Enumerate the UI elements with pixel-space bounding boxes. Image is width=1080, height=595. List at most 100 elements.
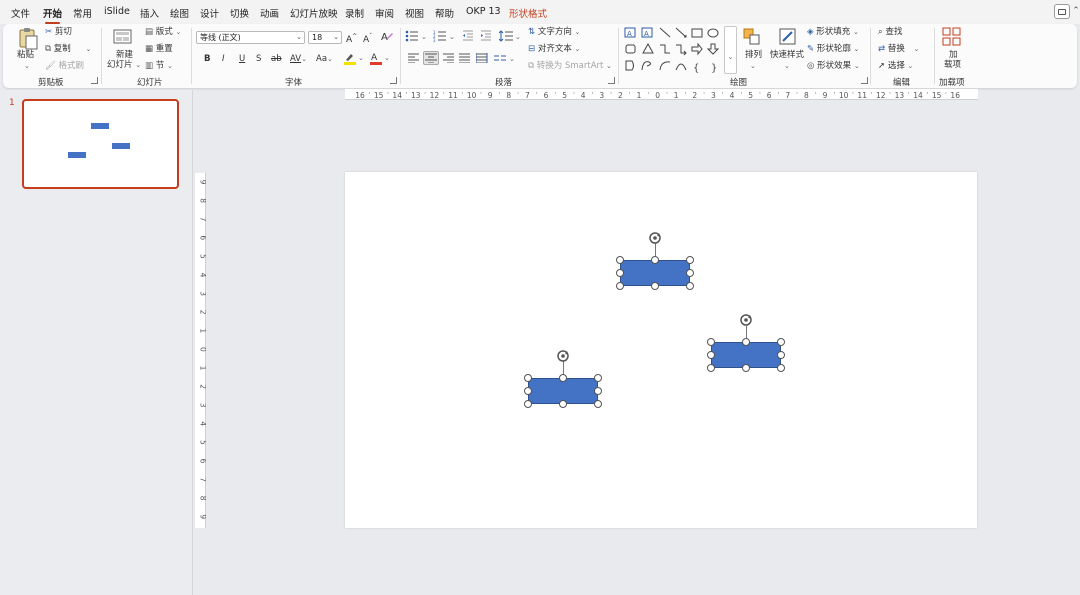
font-launcher-icon[interactable] [390,77,397,84]
change-case-button[interactable]: Aa⌄ [316,53,333,65]
grow-font-button[interactable]: A^ [346,31,357,46]
resize-handle[interactable] [777,364,785,372]
quick-styles-icon[interactable] [778,27,798,47]
resize-handle[interactable] [777,338,785,346]
tab-insert[interactable]: 插入 [140,6,159,20]
tab-design[interactable]: 设计 [200,6,219,20]
drawing-launcher-icon[interactable] [861,77,868,84]
align-right-icon[interactable] [443,53,455,67]
align-center-icon[interactable] [423,51,439,65]
tab-slideshow[interactable]: 幻灯片放映 [290,6,338,20]
char-spacing-button[interactable]: AV⌄ [290,53,307,65]
resize-handle[interactable] [651,282,659,290]
align-text-button[interactable]: ⊟ 对齐文本 ⌄ [528,43,580,55]
underline-button[interactable]: U [239,53,245,65]
tab-review[interactable]: 审阅 [375,6,394,20]
font-color-button[interactable]: A ⌄ [369,51,391,69]
shape-fill-button[interactable]: ◈ 形状填充 ⌄ [807,26,859,38]
addins-button-label[interactable]: 载项 [944,59,961,71]
tab-view[interactable]: 视图 [405,6,424,20]
resize-handle[interactable] [616,282,624,290]
slide-canvas[interactable] [345,172,977,528]
tab-shape-format[interactable]: 形状格式 [509,6,547,20]
text-direction-button[interactable]: ⇅ 文字方向 ⌄ [528,26,580,38]
layout-button[interactable]: ▤ 版式 ⌄ [145,26,181,38]
resize-handle[interactable] [707,351,715,359]
addins-icon[interactable] [942,27,962,47]
font-name-select[interactable]: 等线 (正文) ⌄ [196,31,305,44]
italic-button[interactable]: I [222,53,225,65]
copy-button[interactable]: ⧉ 复制 ⌄ [45,43,91,55]
convert-smartart-button[interactable]: ⧉ 转换为 SmartArt ⌄ [528,60,612,72]
tab-draw[interactable]: 绘图 [170,6,189,20]
new-slide-icon[interactable] [113,27,133,45]
resize-handle[interactable] [686,282,694,290]
shape-outline-button[interactable]: ✎ 形状轮廓 ⌄ [807,43,859,55]
section-button[interactable]: ▥ 节 ⌄ [145,60,173,72]
justify-icon[interactable] [459,53,471,67]
rotate-handle-icon[interactable] [739,313,753,327]
decrease-indent-icon[interactable] [462,30,474,46]
resize-handle[interactable] [524,400,532,408]
align-left-icon[interactable] [408,53,420,67]
strikethrough-button[interactable]: ab [271,53,282,65]
tab-home[interactable]: 开始 [43,6,62,24]
slide-thumbnail[interactable] [22,99,179,189]
columns-icon[interactable]: ⌄ [494,53,516,67]
rotate-handle-icon[interactable] [556,349,570,363]
increase-indent-icon[interactable] [480,30,492,46]
resize-handle[interactable] [559,400,567,408]
tab-okp[interactable]: OKP 13 [466,6,501,17]
shapes-gallery[interactable]: A A { } [623,26,737,74]
resize-handle[interactable] [686,256,694,264]
resize-handle[interactable] [651,256,659,264]
resize-handle[interactable] [594,400,602,408]
resize-handle[interactable] [594,374,602,382]
resize-handle[interactable] [707,364,715,372]
resize-handle[interactable] [777,351,785,359]
select-button[interactable]: ➚ 选择 ⌄ [878,60,913,72]
shape-effects-button[interactable]: ◎ 形状效果 ⌄ [807,60,860,72]
find-button[interactable]: ⌕ 查找 [878,26,902,38]
resize-handle[interactable] [524,387,532,395]
paste-icon[interactable] [17,26,39,50]
resize-handle[interactable] [742,338,750,346]
shrink-font-button[interactable]: Aˇ [363,31,372,46]
tab-common[interactable]: 常用 [73,6,92,20]
format-painter-button[interactable]: 🖌 格式刷 [45,60,84,72]
tab-help[interactable]: 帮助 [435,6,454,20]
paragraph-launcher-icon[interactable] [608,77,615,84]
clear-format-icon[interactable]: A [381,30,393,46]
resize-handle[interactable] [686,269,694,277]
replace-button[interactable]: ⇄ 替换 ⌄ [878,43,919,55]
tab-file[interactable]: 文件 [11,6,30,20]
tab-animations[interactable]: 动画 [260,6,279,20]
arrange-icon[interactable] [742,27,762,47]
highlight-button[interactable]: ⌄ [343,51,365,69]
bold-button[interactable]: B [204,53,210,65]
tab-transitions[interactable]: 切换 [230,6,249,20]
new-slide-label[interactable]: 幻灯片 ⌄ [107,59,141,71]
shapes-more-button[interactable]: ⌄ [724,26,737,74]
numbering-icon[interactable]: 1 2 3 ⌄ [433,30,455,46]
tab-islide[interactable]: iSlide [104,6,130,17]
ribbon-collapse-icon[interactable]: ⌃ [1071,4,1080,19]
resize-handle[interactable] [616,256,624,264]
font-size-select[interactable]: 18 ⌄ [308,31,342,44]
rotate-handle-icon[interactable] [648,231,662,245]
quick-styles-dropdown-icon[interactable]: ⌄ [784,60,790,72]
clipboard-launcher-icon[interactable] [91,77,98,84]
reset-button[interactable]: ▦ 重置 [145,43,173,55]
resize-handle[interactable] [559,374,567,382]
resize-handle[interactable] [707,338,715,346]
bullets-icon[interactable]: ⌄ [405,30,427,46]
resize-handle[interactable] [742,364,750,372]
tab-record[interactable]: 录制 [345,6,364,20]
line-spacing-icon[interactable]: ⌄ [498,30,521,46]
distributed-icon[interactable] [475,53,488,67]
resize-handle[interactable] [594,387,602,395]
resize-handle[interactable] [616,269,624,277]
resize-handle[interactable] [524,374,532,382]
arrange-dropdown-icon[interactable]: ⌄ [750,60,756,72]
paste-dropdown-icon[interactable]: ⌄ [24,60,30,72]
